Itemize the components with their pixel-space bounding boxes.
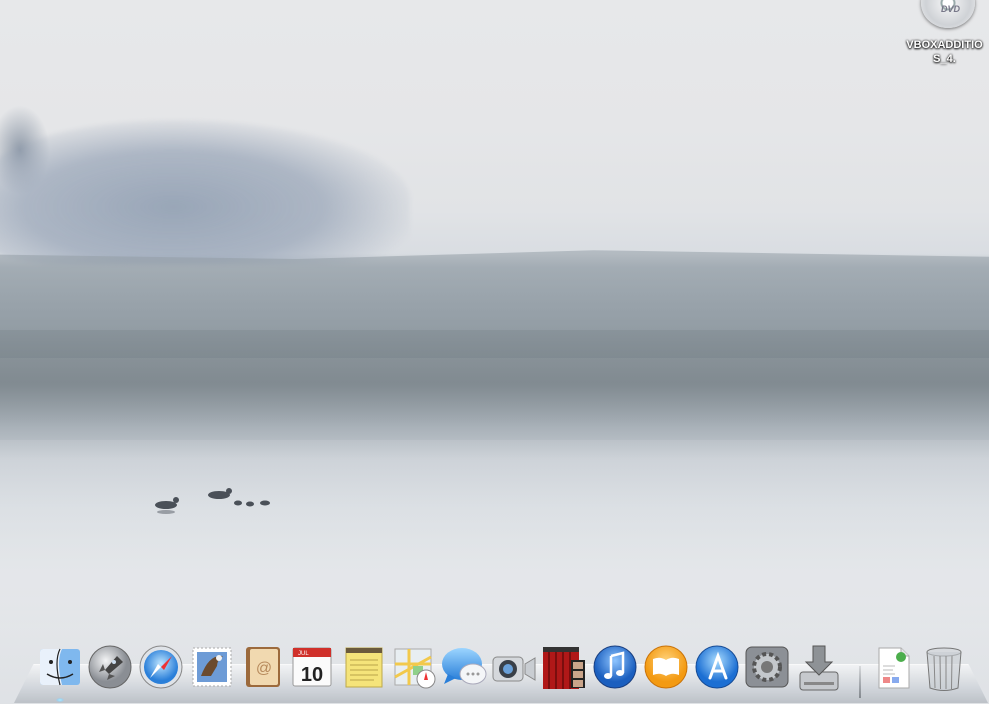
dock-item-mail[interactable] <box>189 644 235 692</box>
rocket-icon <box>88 645 132 689</box>
tree-silhouette <box>0 120 410 265</box>
photo-booth-icon <box>543 647 585 689</box>
download-drive-icon <box>799 645 839 691</box>
dock: @ JUL 10 <box>0 640 989 704</box>
svg-text:@: @ <box>256 660 272 677</box>
map-icon <box>394 648 436 689</box>
dock-item-photo-booth[interactable] <box>541 644 587 692</box>
stamp-eagle-icon <box>192 647 232 687</box>
app-store-icon <box>695 645 739 689</box>
calendar-icon: JUL 10 <box>292 647 332 687</box>
dock-item-trash[interactable] <box>921 644 967 692</box>
desktop-dvd-item[interactable]: DVD VBOXADDITIO S_4. <box>900 0 989 72</box>
dock-item-calendar[interactable]: JUL 10 <box>289 644 335 692</box>
dock-item-itunes[interactable] <box>592 644 638 692</box>
running-indicator <box>56 698 64 702</box>
dock-item-app-store[interactable] <box>694 644 740 692</box>
dock-item-contacts[interactable]: @ <box>240 644 286 692</box>
dock-item-launchpad[interactable] <box>87 644 133 692</box>
desktop-icon-label-line2: S_4. <box>933 53 956 65</box>
compass-icon <box>139 645 183 689</box>
desktop-icon-label[interactable]: VBOXADDITIO S_4. <box>900 38 989 66</box>
dvd-disc-text: DVD <box>941 4 961 14</box>
open-book-icon <box>644 645 688 689</box>
music-note-icon <box>593 645 637 689</box>
dock-item-messages[interactable] <box>440 644 487 692</box>
dvd-icon[interactable]: DVD <box>921 0 975 28</box>
document-stack-icon <box>878 647 910 689</box>
dock-item-safari[interactable] <box>138 644 184 692</box>
finder-icon <box>40 648 80 686</box>
dock-item-finder[interactable] <box>37 644 83 702</box>
dock-item-documents[interactable] <box>871 644 917 692</box>
dock-item-facetime[interactable] <box>491 644 537 692</box>
desktop-icon-label-line1: VBOXADDITIO <box>906 39 983 51</box>
video-camera-icon <box>492 656 536 682</box>
dock-item-ibooks[interactable] <box>643 644 689 692</box>
trash-icon <box>926 647 962 691</box>
dock-item-maps[interactable] <box>391 644 437 692</box>
dock-item-installer[interactable] <box>796 644 842 692</box>
calendar-month: JUL <box>298 651 309 657</box>
dock-item-system-preferences[interactable] <box>744 644 790 692</box>
notepad-icon <box>345 647 383 688</box>
speech-bubble-icon <box>442 648 487 685</box>
desktop-background: DVD VBOXADDITIO S_4. <box>0 0 989 704</box>
calendar-day: 10 <box>301 664 323 686</box>
address-book-icon: @ <box>246 647 280 687</box>
dock-item-notes[interactable] <box>341 644 387 692</box>
ducks-on-water <box>155 488 270 514</box>
gear-icon <box>745 646 789 688</box>
